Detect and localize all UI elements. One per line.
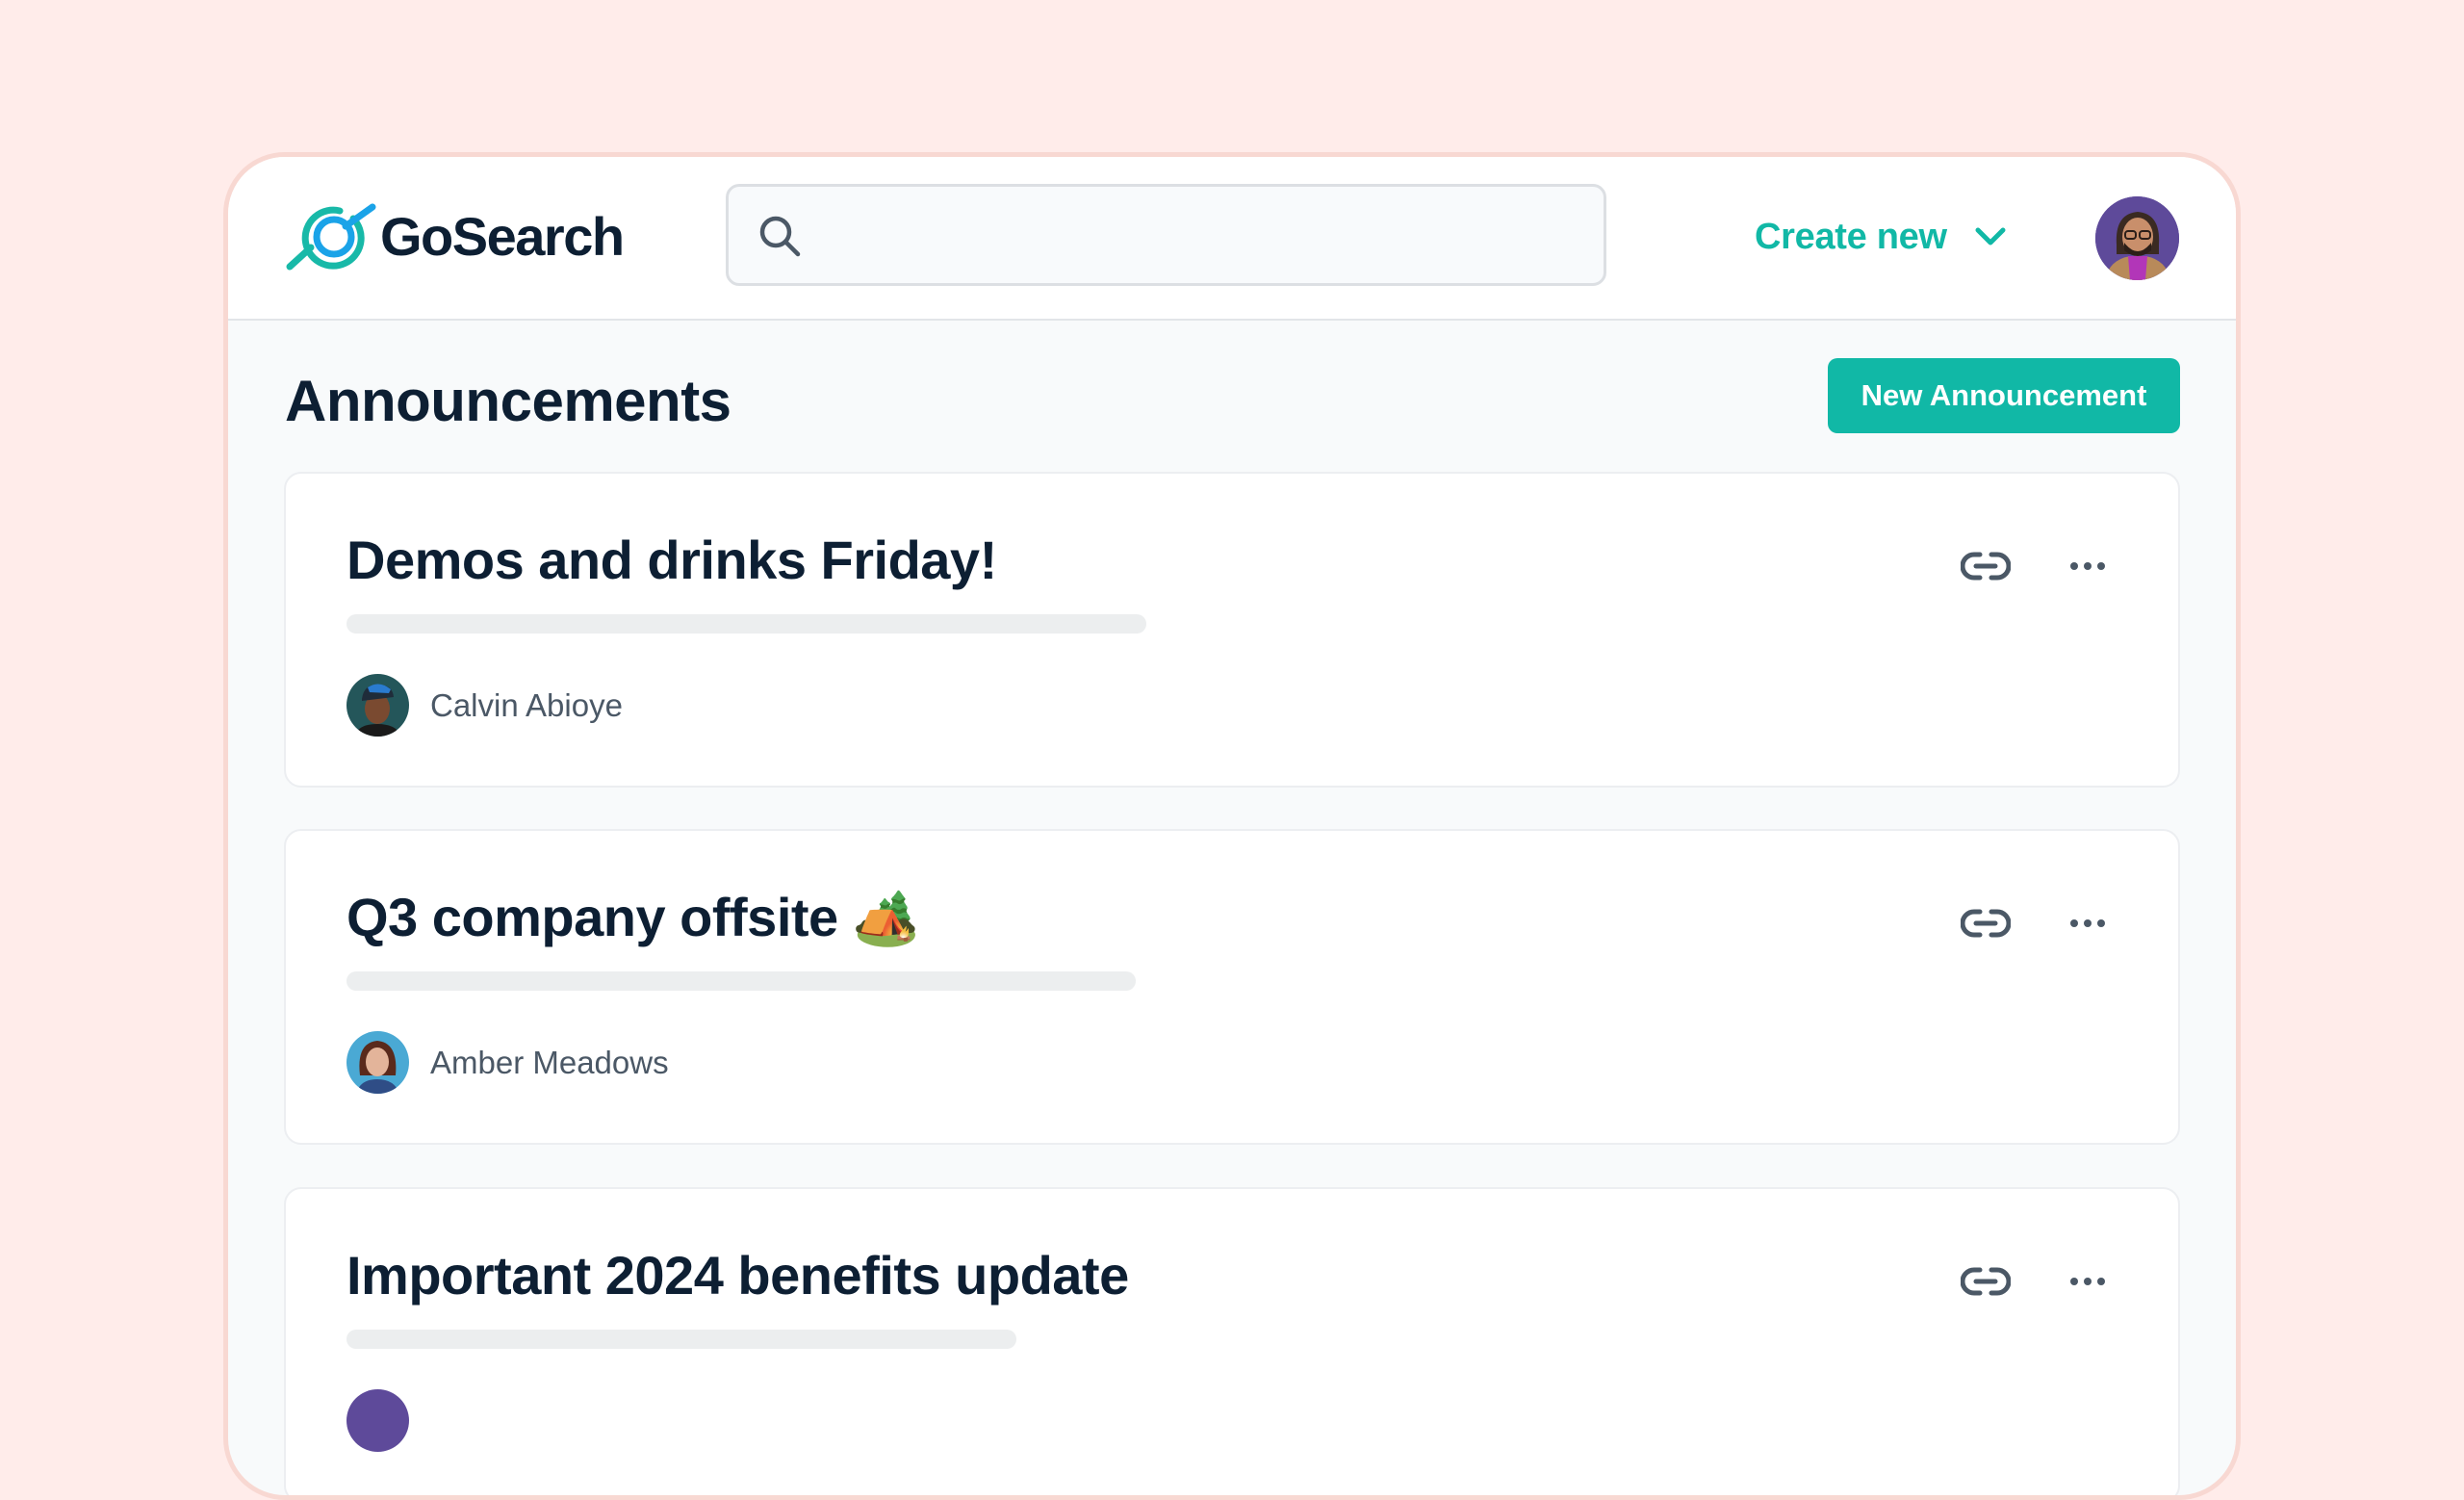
more-options-icon[interactable] (2068, 555, 2107, 578)
author-avatar-image (346, 674, 409, 737)
more-options-icon[interactable] (2068, 1270, 2107, 1293)
announcement-title[interactable]: Demos and drinks Friday! (346, 527, 997, 594)
announcement-title[interactable]: Q3 company offsite 🏕️ (346, 884, 919, 951)
link-icon[interactable] (1961, 549, 2011, 583)
author-name: Calvin Abioye (430, 686, 623, 723)
announcement-author: Calvin Abioye (346, 674, 623, 737)
link-icon[interactable] (1961, 1264, 2011, 1299)
user-avatar[interactable] (2095, 196, 2179, 280)
announcement-card[interactable]: Important 2024 benefits update (284, 1187, 2180, 1495)
link-icon[interactable] (1961, 906, 2011, 941)
announcement-card[interactable]: Demos and drinks Friday! Calvin Abioye (284, 472, 2180, 788)
page-title: Announcements (285, 369, 732, 433)
author-avatar[interactable] (346, 1031, 409, 1094)
app-window: GoSearch Create new Announcements New An… (223, 152, 2241, 1500)
announcement-preview-bar (346, 1330, 1016, 1349)
announcement-preview-bar (346, 971, 1136, 991)
search-box[interactable] (726, 184, 1606, 286)
create-new-dropdown[interactable]: Create new (1755, 210, 2007, 264)
create-new-label: Create new (1755, 216, 1947, 257)
more-options-icon[interactable] (2068, 912, 2107, 935)
search-input[interactable] (825, 187, 1589, 285)
user-avatar-image (2095, 196, 2179, 280)
announcement-title[interactable]: Important 2024 benefits update (346, 1242, 1129, 1309)
search-icon (759, 216, 801, 257)
announcement-author (346, 1389, 430, 1452)
author-avatar[interactable] (346, 1389, 409, 1452)
announcement-card[interactable]: Q3 company offsite 🏕️ Amber Meadows (284, 829, 2180, 1145)
new-announcement-button[interactable]: New Announcement (1828, 358, 2180, 433)
announcement-author: Amber Meadows (346, 1031, 669, 1094)
author-avatar-image (346, 1389, 409, 1452)
gosearch-logo-icon[interactable] (286, 203, 382, 271)
top-header: GoSearch Create new (228, 157, 2236, 321)
author-avatar-image (346, 1031, 409, 1094)
author-avatar[interactable] (346, 674, 409, 737)
author-name: Amber Meadows (430, 1044, 669, 1080)
announcement-preview-bar (346, 614, 1146, 634)
chevron-down-icon (1975, 227, 2006, 246)
brand-name: GoSearch (380, 206, 625, 267)
